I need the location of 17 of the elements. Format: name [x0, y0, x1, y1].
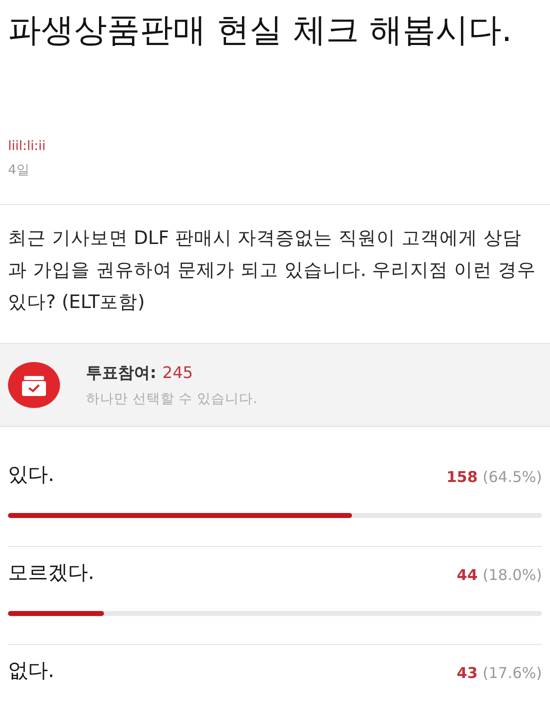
option-label[interactable]: 모르겠다. [8, 557, 94, 587]
vote-percent: (18.0%) [482, 564, 542, 586]
post-body: 최근 기사보면 DLF 판매시 자격증없는 직원이 고객에게 상담과 가입을 권유하여 문제가 되고 있습니다. 우리지점 이런 경우 있다? (ELT포함) [7, 227, 537, 315]
option-label[interactable]: 있다. [8, 459, 54, 489]
vote-count: 158 [446, 466, 478, 488]
vote-count: 43 [456, 662, 478, 684]
participation-count: 245 [162, 362, 193, 384]
poll-note: 하나만 선택할 수 있습니다. [86, 390, 258, 409]
vote-percent: (64.5%) [482, 466, 542, 488]
ballot-box-icon [8, 362, 60, 408]
post-date: 4일 [8, 162, 30, 180]
author-name[interactable]: liil:li:ii [8, 138, 542, 156]
participation-label: 투표참여: [86, 362, 156, 384]
post-title: 파생상품판매 현실 체크 해봅시다. [8, 9, 513, 51]
option-label[interactable]: 없다. [8, 655, 54, 685]
vote-count: 44 [456, 564, 478, 586]
vote-percent: (17.6%) [482, 662, 542, 684]
